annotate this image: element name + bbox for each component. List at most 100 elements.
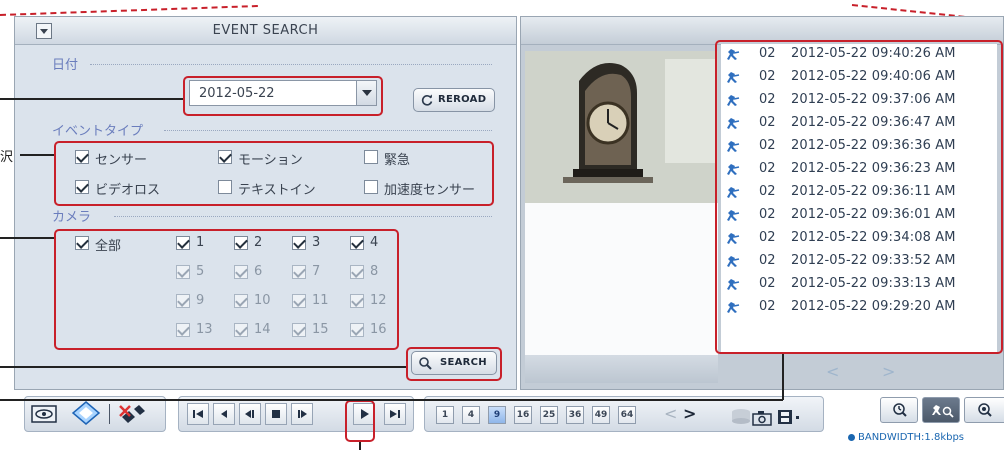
camera-checkbox[interactable]: 11 <box>292 292 342 310</box>
leader-line-camera <box>0 237 54 239</box>
event-type-checkbox[interactable]: センサー <box>75 148 195 168</box>
event-list[interactable]: 02 2012-05-22 09:40:26 AM 02 2012-05-22 09:… <box>721 44 997 352</box>
event-type-checkbox[interactable]: モーション <box>218 148 338 168</box>
camera-checkbox[interactable]: 12 <box>350 292 400 310</box>
reload-label: REROAD <box>438 94 487 105</box>
storage-icon[interactable] <box>730 408 752 426</box>
running-person-icon <box>727 72 740 83</box>
date-select[interactable]: 2012-05-22 <box>189 80 377 106</box>
running-person-icon <box>727 118 740 129</box>
refresh-icon <box>421 94 433 106</box>
reverse-play-icon <box>245 410 254 418</box>
event-time: 2012-05-22 09:36:47 AM <box>791 115 956 130</box>
camera-checkbox[interactable]: 6 <box>234 263 284 281</box>
search-icon <box>419 357 432 370</box>
camera-checkbox[interactable]: 13 <box>176 321 226 339</box>
text-search-button[interactable] <box>964 397 1004 423</box>
disconnect-icon[interactable] <box>117 403 147 425</box>
reverse-play-button[interactable] <box>239 403 261 425</box>
event-camera: 02 <box>759 276 776 291</box>
stop-button[interactable] <box>265 403 287 425</box>
search-button[interactable]: SEARCH <box>411 351 497 375</box>
skip-to-start-button[interactable] <box>187 403 209 425</box>
event-row[interactable]: 02 2012-05-22 09:33:52 AM <box>721 251 997 273</box>
event-type-checkbox[interactable]: 緊急 <box>364 148 484 168</box>
camera-checkbox[interactable]: 8 <box>350 263 400 281</box>
running-person-icon <box>727 210 740 221</box>
leader-line-list-vertical <box>782 354 784 400</box>
camera-checkbox[interactable]: 16 <box>350 321 400 339</box>
event-camera: 02 <box>759 253 776 268</box>
event-row[interactable]: 02 2012-05-22 09:36:11 AM <box>721 182 997 204</box>
event-row[interactable]: 02 2012-05-22 09:29:20 AM <box>721 297 997 319</box>
event-search-mode-button[interactable] <box>922 397 960 423</box>
camera-checkbox[interactable]: 15 <box>292 321 342 339</box>
video-panel-header <box>521 17 1003 45</box>
camera-checkbox[interactable]: 4 <box>350 234 400 252</box>
list-next-button[interactable]: > <box>882 362 895 381</box>
film-export-icon[interactable] <box>776 408 794 426</box>
time-search-button[interactable] <box>880 397 918 423</box>
camera-checkbox[interactable]: 2 <box>234 234 284 252</box>
channel-layout-button[interactable]: 25 <box>540 406 558 424</box>
camera-checkbox[interactable]: 5 <box>176 263 226 281</box>
channel-layout-button[interactable]: 36 <box>566 406 584 424</box>
channel-layout-button[interactable]: 1 <box>436 406 454 424</box>
cropped-annotation-text: 沢 <box>0 150 14 165</box>
channel-layout-button[interactable]: 4 <box>462 406 480 424</box>
event-row[interactable]: 02 2012-05-22 09:34:08 AM <box>721 228 997 250</box>
view-mode-group <box>24 396 166 432</box>
step-back-button[interactable] <box>213 403 235 425</box>
event-row[interactable]: 02 2012-05-22 09:33:13 AM <box>721 274 997 296</box>
camera-checkbox[interactable]: 14 <box>234 321 284 339</box>
event-row[interactable]: 02 2012-05-22 09:36:47 AM <box>721 113 997 135</box>
event-row[interactable]: 02 2012-05-22 09:36:01 AM <box>721 205 997 227</box>
camera-checkbox[interactable]: 7 <box>292 263 342 281</box>
event-camera: 02 <box>759 46 776 61</box>
search-mode-icon[interactable] <box>71 400 101 428</box>
event-type-checkbox[interactable]: テキストイン <box>218 178 348 198</box>
running-person-icon <box>727 187 740 198</box>
event-row[interactable]: 02 2012-05-22 09:36:23 AM <box>721 159 997 181</box>
list-prev-button[interactable]: < <box>826 362 839 381</box>
event-type-checkbox[interactable]: 加速度センサー <box>364 178 490 198</box>
camera-checkbox[interactable]: 9 <box>176 292 226 310</box>
live-view-icon[interactable] <box>31 404 57 424</box>
event-row[interactable]: 02 2012-05-22 09:40:26 AM <box>721 44 997 66</box>
stop-icon <box>272 410 280 418</box>
event-time: 2012-05-22 09:33:52 AM <box>791 253 956 268</box>
bandwidth-status: BANDWIDTH:1.8kbps <box>858 432 965 443</box>
event-camera: 02 <box>759 161 776 176</box>
camera-checkbox[interactable]: 1 <box>176 234 226 252</box>
camera-snapshot-icon[interactable] <box>752 410 772 426</box>
event-row[interactable]: 02 2012-05-22 09:40:06 AM <box>721 67 997 89</box>
event-time: 2012-05-22 09:36:23 AM <box>791 161 956 176</box>
event-camera: 02 <box>759 92 776 107</box>
running-person-icon <box>727 233 740 244</box>
event-time: 2012-05-22 09:40:06 AM <box>791 69 956 84</box>
skip-to-end-button[interactable] <box>384 403 406 425</box>
camera-all-checkbox[interactable]: 全部 <box>75 234 145 254</box>
layout-prev-button[interactable]: < <box>664 404 677 423</box>
event-type-section-label: イベントタイプ <box>52 124 144 139</box>
camera-checkbox[interactable]: 10 <box>234 292 284 310</box>
dashed-callout-left <box>0 4 258 16</box>
camera-checkbox[interactable]: 3 <box>292 234 342 252</box>
play-button[interactable] <box>353 403 375 425</box>
event-row[interactable]: 02 2012-05-22 09:37:06 AM <box>721 90 997 112</box>
channel-layout-button[interactable]: 64 <box>618 406 636 424</box>
event-row[interactable]: 02 2012-05-22 09:36:36 AM <box>721 136 997 158</box>
event-camera: 02 <box>759 230 776 245</box>
event-type-checkbox[interactable]: ビデオロス <box>75 178 195 198</box>
chevron-down-icon[interactable] <box>356 81 376 105</box>
leader-line-play <box>359 442 361 450</box>
event-type-section-rule <box>164 130 492 131</box>
channel-layout-button[interactable]: 49 <box>592 406 610 424</box>
layout-next-button[interactable]: > <box>683 404 696 423</box>
record-search-icon <box>978 403 992 417</box>
step-forward-button[interactable] <box>291 403 313 425</box>
channel-layout-button[interactable]: 16 <box>514 406 532 424</box>
reload-button[interactable]: REROAD <box>413 88 495 112</box>
channel-layout-button[interactable]: 9 <box>488 406 506 424</box>
menu-dot <box>796 416 799 419</box>
